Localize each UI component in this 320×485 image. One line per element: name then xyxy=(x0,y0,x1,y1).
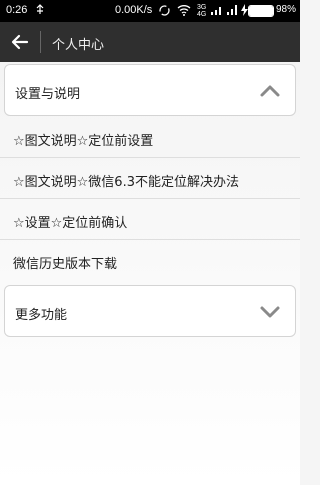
list-item[interactable]: ☆图文说明☆定位前设置 xyxy=(0,118,300,158)
list-item-label: 微信历史版本下载 xyxy=(13,257,118,272)
network-speed: 0.00K/s xyxy=(115,4,153,16)
wifi-icon xyxy=(177,4,191,19)
charging-icon xyxy=(241,4,248,19)
battery-level xyxy=(249,6,273,16)
content: 设置与说明 ☆图文说明☆定位前设置 ☆图文说明☆微信6.3不能定位解决办法 ☆设… xyxy=(0,62,300,485)
list-item[interactable]: 微信历史版本下载 xyxy=(0,241,300,281)
back-button[interactable] xyxy=(4,26,36,58)
arrow-left-icon xyxy=(11,34,29,50)
section-label: 更多功能 xyxy=(15,308,68,323)
chevron-up-icon xyxy=(260,85,280,97)
page-title: 个人中心 xyxy=(52,38,105,53)
section-header-more[interactable]: 更多功能 xyxy=(4,285,296,337)
section-header-settings[interactable]: 设置与说明 xyxy=(4,64,296,116)
list-item-label: ☆图文说明☆微信6.3不能定位解决办法 xyxy=(13,175,239,190)
divider xyxy=(40,31,41,53)
list-item[interactable]: ☆图文说明☆微信6.3不能定位解决办法 xyxy=(0,159,300,199)
battery-percent: 98% xyxy=(276,4,297,15)
signal-3g-icon: 3G 4G xyxy=(197,4,207,18)
list-item[interactable]: ☆设置☆定位前确认 xyxy=(0,200,300,240)
usb-icon xyxy=(34,4,46,19)
list-item-label: ☆图文说明☆定位前设置 xyxy=(13,134,154,149)
signal-icon xyxy=(226,4,240,19)
list-item-label: ☆设置☆定位前确认 xyxy=(13,216,128,231)
action-bar: 个人中心 xyxy=(0,22,300,62)
status-bar: 0:26 0.00K/s 3G 4G 98% xyxy=(0,0,300,22)
signal-icon xyxy=(210,4,224,19)
sync-icon xyxy=(158,4,171,20)
chevron-down-icon xyxy=(260,306,280,318)
battery-icon xyxy=(248,5,274,17)
status-time: 0:26 xyxy=(6,4,28,16)
section-label: 设置与说明 xyxy=(15,87,81,102)
